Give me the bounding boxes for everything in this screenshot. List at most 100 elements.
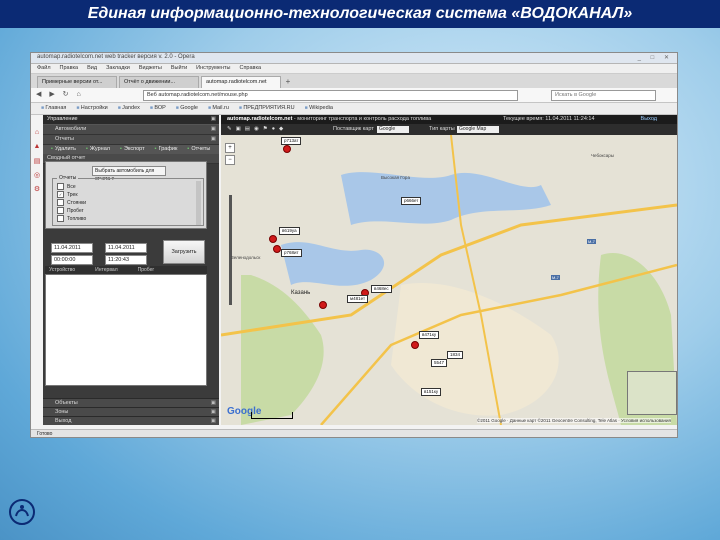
checked-icon[interactable]: ✓ [57,191,64,198]
nav-buttons[interactable]: ◀ ▶ ↻ ⌂ [36,90,84,98]
vehicle-label[interactable]: р666ет [401,197,422,205]
zoom-slider[interactable] [229,195,232,305]
map-type-select[interactable]: Google Map [457,126,499,133]
time-from-input[interactable]: 00:00:00 [51,255,93,265]
column-interval[interactable]: Интервал [95,266,117,274]
exit-link[interactable]: Выход [641,115,657,124]
fieldset-scrollbar[interactable] [196,181,201,225]
vehicle-label[interactable]: в471ку [419,331,440,339]
title-bar: automap.radiotelcom.net web tracker верс… [31,53,677,64]
tracker-app: ⌂ ▲ ▤ ◎ ⚙ Управление ▣ Автомобили ▣ Отче… [31,115,677,429]
expand-icon[interactable]: ▣ [211,135,216,144]
checkbox-track[interactable]: ✓ Трек [57,191,78,199]
city-label: Зеленодольск [231,255,261,260]
bookmark-6[interactable]: Mail.ru [208,103,229,114]
date-from-input[interactable]: 11.04.2011 [51,243,93,253]
address-bar[interactable]: Веб automap.radiotelcom.net/mouse.php [143,90,518,101]
vehicle-label[interactable]: в619уа [279,227,300,235]
vehicle-label[interactable]: м481ет [347,295,369,303]
checkbox-fuel[interactable]: Топливо [57,215,86,223]
address-prefix: Веб [147,92,157,98]
car-icon[interactable]: ▲ [32,143,42,157]
tool-journal[interactable]: Журнал [86,145,110,154]
bookmark-7[interactable]: ПРЕДПРИЯТИЯ.RU [239,103,294,114]
tab-1[interactable]: Примерные версии от... [37,76,117,88]
tab-3[interactable]: automap.radiotelcom.net [201,76,281,88]
checkbox-mileage[interactable]: Пробег [57,207,84,215]
bookmark-3[interactable]: Jandex [118,103,140,114]
status-bar: Готово [31,429,677,437]
checkbox-icon[interactable] [57,215,64,222]
vehicle-label[interactable]: в151ку [421,388,442,396]
vehicle-marker-icon[interactable] [273,245,281,253]
menu-widgets[interactable]: Виджеты [139,64,162,73]
tool-graph[interactable]: График [155,145,178,154]
checkbox-icon[interactable] [57,183,64,190]
tool-export[interactable]: Экспорт [120,145,145,154]
vehicle-marker-icon[interactable] [269,235,277,243]
vehicle-marker-icon[interactable] [283,145,291,153]
vehicle-label[interactable]: р713ат [281,137,302,145]
expand-icon[interactable]: ▣ [211,417,216,426]
menu-file[interactable]: Файл [37,64,51,73]
map-canvas[interactable]: + − р713ат р666ет в619уа р768ит в468ес м… [221,135,677,425]
home-icon[interactable]: ⌂ [32,129,42,143]
vehicle-label[interactable]: 5547 [431,359,448,367]
vehicle-label[interactable]: р768ит [281,249,302,257]
tab-bar: Примерные версии от... Отчёт о движении.… [31,74,677,88]
zone-icon[interactable]: ◎ [32,171,42,185]
column-mileage[interactable]: Пробег [138,266,155,274]
car-select[interactable]: Выбрать автомобиль для отчета ▾ [92,166,166,182]
section-objects[interactable]: Объекты ▣ [43,398,219,407]
checkbox-icon[interactable] [57,199,64,206]
window-controls[interactable]: _ □ ✕ [638,54,673,61]
section-zones[interactable]: Зоны ▣ [43,407,219,416]
menu-help[interactable]: Справка [239,64,261,73]
vehicle-marker-icon[interactable] [319,301,327,309]
bookmark-5[interactable]: Google [176,103,198,114]
checkbox-stops[interactable]: Стоянки [57,199,86,207]
checkbox-icon[interactable] [57,207,64,214]
zoom-in-icon[interactable]: + [225,143,235,153]
map-area: automap.radiotelcom.net - мониторинг тра… [221,115,677,425]
menu-view[interactable]: Вид [87,64,97,73]
tab-2[interactable]: Отчёт о движении... [119,76,199,88]
map-header: automap.radiotelcom.net - мониторинг тра… [221,115,677,124]
expand-icon[interactable]: ▣ [211,125,216,134]
bookmark-4[interactable]: ВОР [150,103,165,114]
overview-map[interactable] [627,371,677,415]
menu-tools[interactable]: Инструменты [196,64,230,73]
zoom-out-icon[interactable]: − [225,155,235,165]
map-toolbar: ✎▣▤◉⚑●◆ Поставщик карт Google Тип карты … [221,124,677,135]
column-device[interactable]: Устройство [49,266,75,274]
tool-delete[interactable]: Удалить [51,145,76,154]
report-icon[interactable]: ▤ [32,157,42,171]
vehicle-marker-icon[interactable] [411,341,419,349]
bookmark-1[interactable]: Главная [41,103,66,114]
time-to-input[interactable]: 11:20:43 [105,255,147,265]
section-reports[interactable]: Отчеты ▣ [43,135,219,145]
vehicle-label[interactable]: 1834 [447,351,464,359]
date-to-input[interactable]: 11.04.2011 [105,243,147,253]
menu-exit[interactable]: Выйти [171,64,187,73]
settings-icon[interactable]: ⚙ [32,185,42,199]
current-time: Текущее время: 11.04.2011 11:24:14 [503,116,595,122]
map-copyright[interactable]: ©2011 Google · Данные карт ©2011 Geocent… [477,418,671,423]
bookmark-8[interactable]: Wikipedia [305,103,333,114]
menu-bookmarks[interactable]: Закладки [106,64,130,73]
new-tab-button[interactable]: + [283,76,293,88]
vehicle-label[interactable]: в468ес [371,285,392,293]
fieldset-legend: Отчеты [57,175,79,181]
load-button[interactable]: Загрузить [163,240,205,264]
map-tool-icons[interactable]: ✎▣▤◉⚑●◆ [227,124,287,135]
map-provider-select[interactable]: Google [377,126,409,133]
city-label: Чебоксары [591,153,615,158]
tool-reports[interactable]: Отчеты [187,145,210,154]
collapse-icon[interactable]: ▣ [211,115,216,124]
section-autos[interactable]: Автомобили ▣ [43,125,219,135]
bookmark-2[interactable]: Настройки [76,103,108,114]
search-input[interactable]: Искать в Google [551,90,656,101]
section-exit[interactable]: Выход ▣ [43,416,219,425]
menu-edit[interactable]: Правка [60,64,79,73]
checkbox-all[interactable]: Все [57,183,76,191]
